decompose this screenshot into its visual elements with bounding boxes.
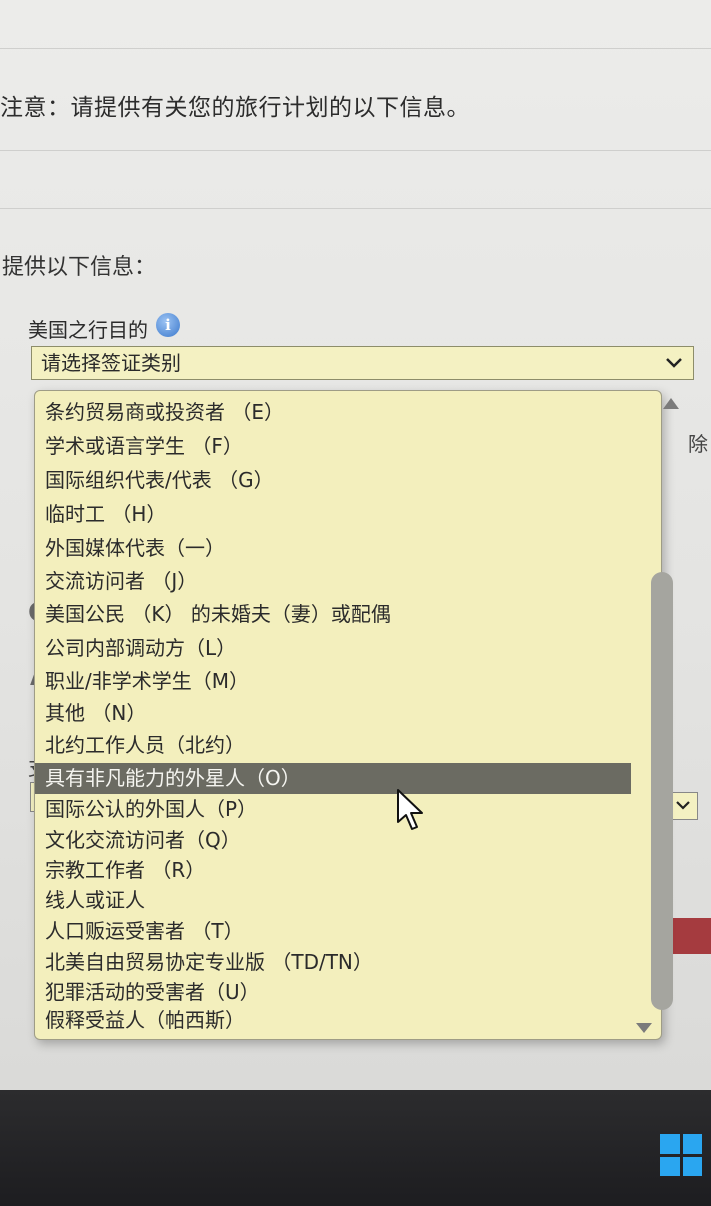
dropdown-option-highlighted[interactable]: 具有非凡能力的外星人（O） bbox=[35, 763, 631, 794]
dropdown-option[interactable]: 交流访问者 （J） bbox=[35, 566, 635, 597]
mouse-cursor-icon bbox=[397, 789, 423, 830]
chevron-down-icon bbox=[676, 801, 690, 810]
scrollbar-thumb[interactable] bbox=[651, 572, 673, 1010]
dropdown-option[interactable]: 国际公认的外国人（P） bbox=[35, 794, 635, 825]
dropdown-option[interactable]: 北约工作人员（北约） bbox=[35, 730, 635, 761]
scroll-up-arrow-icon[interactable] bbox=[663, 398, 679, 409]
visa-category-dropdown: 条约贸易商或投资者 （E） 学术或语言学生 （F） 国际组织代表/代表 （G） … bbox=[34, 390, 662, 1040]
visa-form-page: 注意：请提供有关您的旅行计划的以下信息。 提供以下信息： 美国之行目的 i 请选… bbox=[0, 0, 711, 1090]
dropdown-option[interactable]: 国际组织代表/代表 （G） bbox=[35, 465, 635, 496]
dropdown-option[interactable]: 人口贩运受害者 （T） bbox=[35, 916, 635, 947]
dropdown-option[interactable]: 犯罪活动的受害者（U） bbox=[35, 977, 635, 1008]
divider bbox=[0, 150, 711, 151]
divider bbox=[0, 48, 711, 49]
trip-purpose-label: 美国之行目的 i bbox=[28, 312, 180, 343]
scroll-down-arrow-icon[interactable] bbox=[636, 1023, 652, 1033]
dropdown-option[interactable]: 职业/非学术学生（M） bbox=[35, 666, 635, 697]
windows-start-icon[interactable] bbox=[660, 1134, 702, 1176]
info-icon[interactable]: i bbox=[156, 312, 180, 337]
dropdown-option[interactable]: 公司内部调动方（L） bbox=[35, 633, 635, 664]
dropdown-option[interactable]: 线人或证人 bbox=[35, 885, 635, 916]
dropdown-option[interactable]: 学术或语言学生 （F） bbox=[35, 431, 635, 462]
dropdown-option[interactable]: 北美自由贸易协定专业版 （TD/TN） bbox=[35, 947, 635, 978]
taskbar bbox=[0, 1090, 711, 1206]
partial-text-right: 除 bbox=[688, 432, 708, 456]
dropdown-option[interactable]: 外国媒体代表（一） bbox=[35, 533, 635, 564]
dropdown-option[interactable]: 假释受益人（帕西斯） bbox=[35, 1005, 635, 1036]
notice-text: 注意：请提供有关您的旅行计划的以下信息。 bbox=[0, 95, 470, 121]
dropdown-option[interactable]: 其他 （N） bbox=[35, 698, 635, 729]
visa-category-selected-value: 请选择签证类别 bbox=[41, 351, 181, 375]
provide-info-label: 提供以下信息： bbox=[2, 255, 157, 280]
divider bbox=[0, 208, 711, 209]
chevron-down-icon[interactable] bbox=[663, 347, 685, 390]
dropdown-option[interactable]: 临时工 （H） bbox=[35, 499, 635, 530]
dropdown-option[interactable]: 文化交流访问者（Q） bbox=[35, 825, 635, 856]
dropdown-option[interactable]: 美国公民 （K） 的未婚夫（妻）或配偶 bbox=[35, 599, 635, 630]
trip-purpose-label-text: 美国之行目的 bbox=[28, 318, 148, 342]
dropdown-option[interactable]: 宗教工作者 （R） bbox=[35, 855, 635, 886]
visa-category-select[interactable]: 请选择签证类别 bbox=[31, 346, 694, 380]
dropdown-option[interactable]: 条约贸易商或投资者 （E） bbox=[35, 397, 635, 428]
